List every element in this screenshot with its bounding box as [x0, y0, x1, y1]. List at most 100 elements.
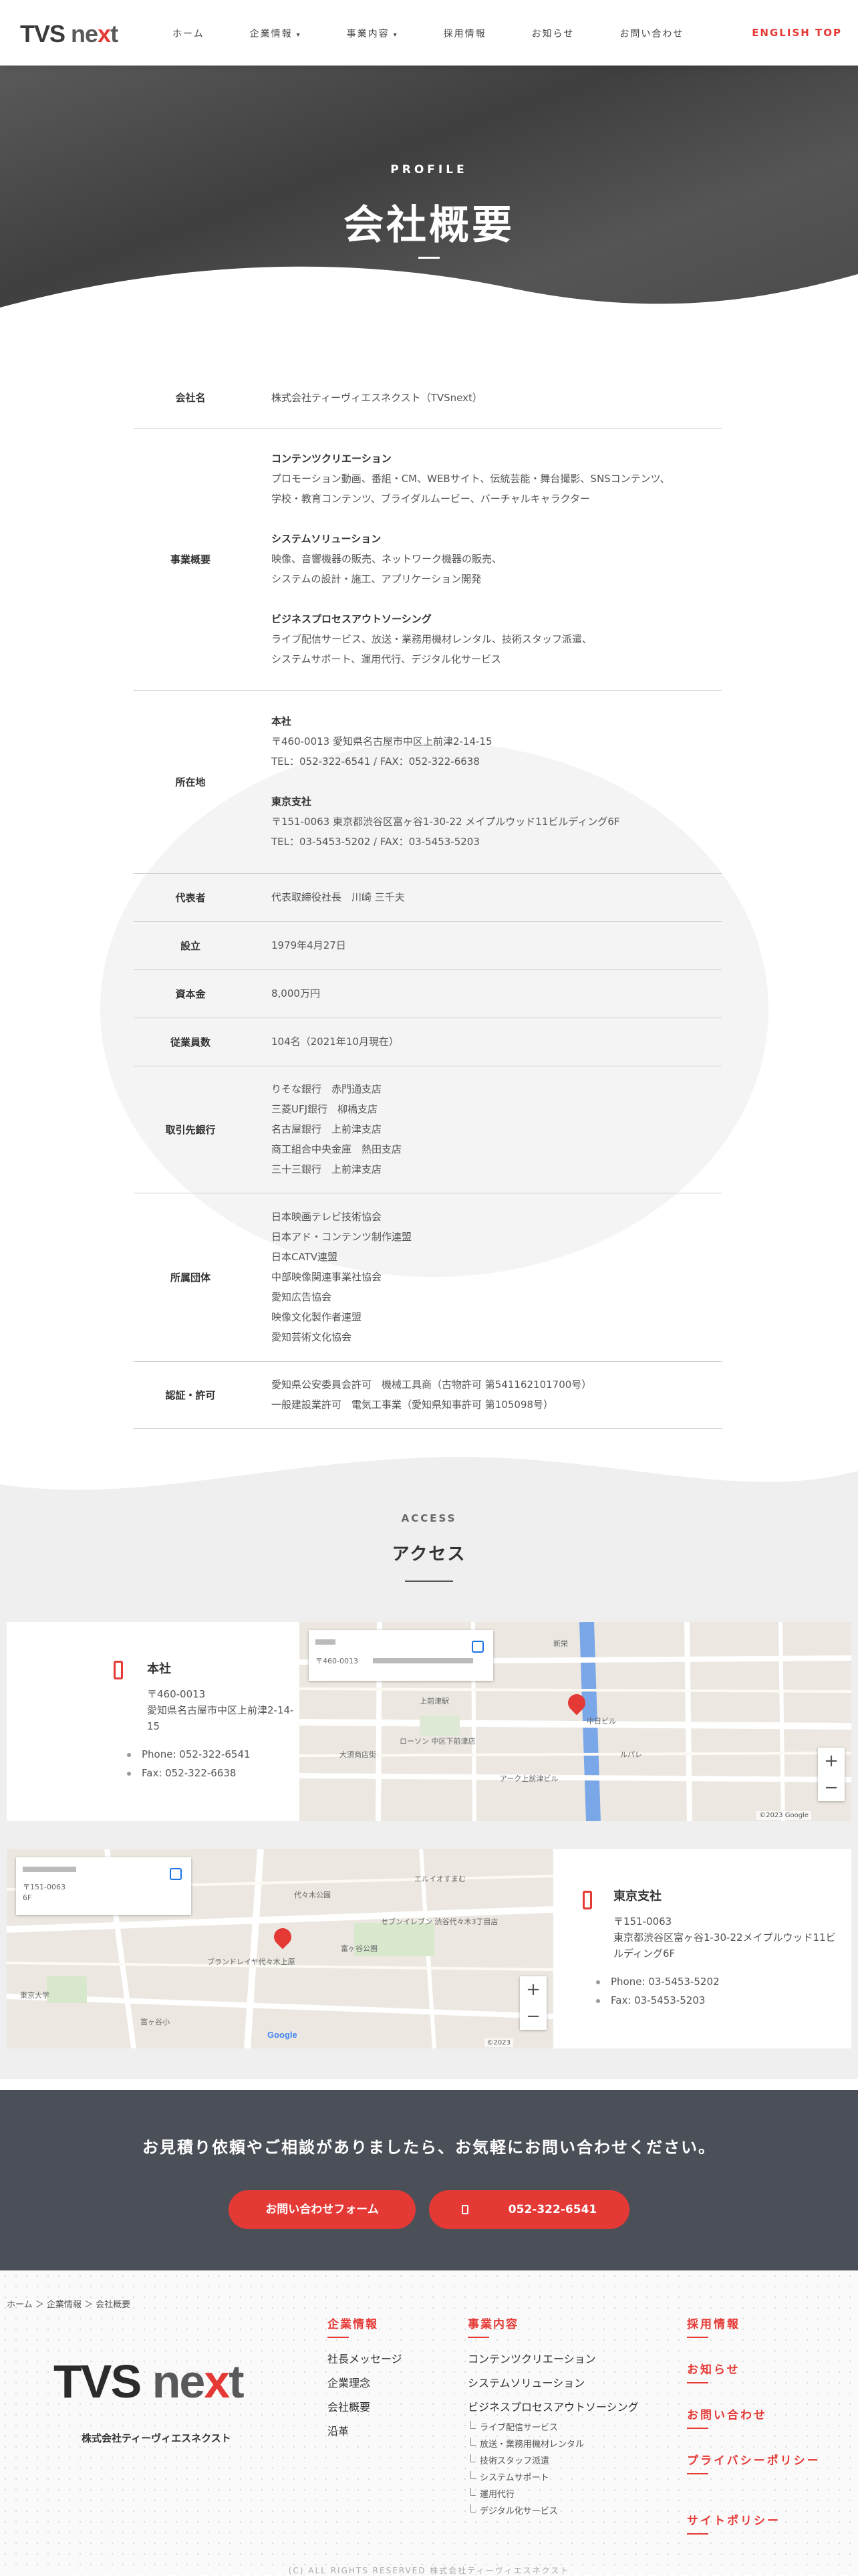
directions-icon[interactable]: [472, 1641, 484, 1653]
row-value: 104名（2021年10月現在）: [271, 1036, 399, 1048]
footer-link[interactable]: ビジネスプロセスアウトソーシング: [468, 2395, 639, 2420]
honsha-map[interactable]: 〒460-0013 新栄 上前津駅 大須商店街 中日ビル ルパレ ローソン 中区…: [299, 1622, 851, 1821]
nav-business[interactable]: 事業内容 ▾: [347, 27, 398, 40]
footer-sublink[interactable]: 運用代行: [468, 2486, 639, 2503]
row-value: 株式会社ティーヴィエスネクスト（TVSnext）: [271, 391, 482, 404]
license-item: 愛知県公安委員会許可 機械工具商（古物許可 第541162101700号）: [271, 1379, 592, 1391]
row-value: りそな銀行 赤門通支店 三菱UFJ銀行 柳橋支店 名古屋銀行 上前津支店 商工組…: [247, 1066, 722, 1193]
row-licenses: 認証・許可 愛知県公安委員会許可 機械工具商（古物許可 第54116210170…: [134, 1361, 722, 1428]
zoom-in-button[interactable]: +: [520, 1976, 547, 2003]
profile-table: 会社名 株式会社ティーヴィエスネクスト（TVSnext） 事業概要 コンテンツク…: [134, 368, 722, 1429]
site-footer: ホーム ＞ 企業情報 ＞ 会社概要 TVS next 株式会社ティーヴィエスネク…: [0, 2270, 858, 2575]
location-pin-icon: [114, 1661, 123, 1679]
footer-col-title[interactable]: 企業情報: [327, 2315, 402, 2331]
location-line: 〒151-0063 東京都渋谷区富ヶ谷1-30-22 メイプルウッド11ビルディ…: [271, 816, 620, 828]
row-value: 代表取締役社長 川崎 三千夫: [271, 891, 405, 903]
footer-link[interactable]: 会社概要: [327, 2395, 402, 2420]
business-line: システムの設計・施工、アプリケーション開発: [271, 573, 482, 585]
zoom-in-button[interactable]: +: [818, 1748, 845, 1774]
zoom-out-button[interactable]: −: [520, 2003, 547, 2030]
row-label: 会社名: [175, 392, 206, 404]
row-label: 取引先銀行: [165, 1123, 216, 1136]
footer-sublink[interactable]: デジタル化サービス: [468, 2503, 639, 2520]
footer-sitepolicy-link[interactable]: サイトポリシー: [687, 2511, 780, 2535]
location-head: 本社: [271, 715, 292, 727]
row-label: 従業員数: [170, 1036, 210, 1048]
footer-col-title[interactable]: 事業内容: [468, 2315, 639, 2331]
footer-link[interactable]: 沿革: [327, 2420, 402, 2444]
bank-item: 三十三銀行 上前津支店: [271, 1163, 382, 1175]
office-fax: Fax: 052-322-6638: [127, 1764, 236, 1782]
footer-privacy-link[interactable]: プライバシーポリシー: [687, 2451, 821, 2474]
association-item: 日本映画テレビ技術協会: [271, 1211, 382, 1223]
footer-company-name: 株式会社ティーヴィエスネクスト: [82, 2432, 231, 2444]
map-copyright: ©2023: [484, 2038, 513, 2047]
google-logo: Google: [267, 2030, 297, 2040]
footer-link[interactable]: コンテンツクリエーション: [468, 2347, 639, 2371]
footer-sublink[interactable]: システムサポート: [468, 2470, 639, 2486]
access-underline: [405, 1580, 453, 1582]
row-label: 所属団体: [170, 1271, 210, 1284]
row-established: 設立 1979年4月27日: [134, 921, 722, 969]
zoom-control[interactable]: + −: [818, 1748, 845, 1801]
footer-recruit-link[interactable]: 採用情報: [687, 2315, 740, 2338]
hero-subtitle: PROFILE: [390, 163, 468, 177]
association-item: 日本CATV連盟: [271, 1251, 337, 1263]
cta-message: お見積り依頼やご相談がありましたら、お気軽にお問い合わせください。: [142, 2138, 716, 2157]
row-value: コンテンツクリエーション プロモーション動画、番組・CM、WEBサイト、伝統芸能…: [247, 428, 722, 690]
nav-news[interactable]: お知らせ: [532, 27, 575, 40]
association-item: 日本アド・コンテンツ制作連盟: [271, 1231, 412, 1243]
footer-sublink[interactable]: ライブ配信サービス: [468, 2420, 639, 2436]
business-head: ビジネスプロセスアウトソーシング: [271, 613, 432, 625]
breadcrumb[interactable]: ホーム ＞ 企業情報 ＞ 会社概要: [7, 2297, 130, 2310]
footer-link[interactable]: 社長メッセージ: [327, 2347, 402, 2371]
footer-logo[interactable]: TVS next: [53, 2355, 245, 2408]
row-company: 会社名 株式会社ティーヴィエスネクスト（TVSnext）: [134, 368, 722, 428]
zoom-out-button[interactable]: −: [818, 1774, 845, 1801]
page-title: 会社概要: [343, 202, 515, 249]
row-label: 所在地: [175, 776, 206, 788]
footer-link[interactable]: 企業理念: [327, 2371, 402, 2395]
bank-item: 三菱UFJ銀行 柳橋支店: [271, 1103, 378, 1115]
nav-contact[interactable]: お問い合わせ: [619, 27, 684, 40]
footer-news-link[interactable]: お知らせ: [687, 2360, 740, 2383]
row-associations: 所属団体 日本映画テレビ技術協会 日本アド・コンテンツ制作連盟 日本CATV連盟…: [134, 1193, 722, 1361]
map-info-box: 〒460-0013: [309, 1630, 493, 1681]
row-employees: 従業員数 104名（2021年10月現在）: [134, 1018, 722, 1066]
row-value: 本社 〒460-0013 愛知県名古屋市中区上前津2-14-15 TEL：052…: [247, 690, 722, 873]
row-label: 認証・許可: [165, 1389, 216, 1401]
english-top-link[interactable]: ENGLISH TOP: [752, 27, 842, 39]
association-item: 愛知芸術文化協会: [271, 1331, 352, 1343]
bank-item: 商工組合中央金庫 熱田支店: [271, 1143, 402, 1155]
office-phone: Phone: 03-5453-5202: [596, 1972, 720, 1991]
row-value: 日本映画テレビ技術協会 日本アド・コンテンツ制作連盟 日本CATV連盟 中部映像…: [247, 1193, 722, 1361]
footer-contact-link[interactable]: お問い合わせ: [687, 2406, 767, 2429]
tokyo-map[interactable]: 〒151-0063 6F エルイオすまむ セブンイレブン 渋谷代々木3丁目店 代…: [7, 1849, 553, 2048]
footer-link[interactable]: システムソリューション: [468, 2371, 639, 2395]
zoom-control[interactable]: + −: [520, 1976, 547, 2030]
nav-home[interactable]: ホーム: [172, 27, 204, 40]
row-location: 所在地 本社 〒460-0013 愛知県名古屋市中区上前津2-14-15 TEL…: [134, 690, 722, 873]
contact-form-button[interactable]: お問い合わせフォーム: [229, 2190, 416, 2229]
footer-sublink[interactable]: 技術スタッフ派遣: [468, 2453, 639, 2470]
business-line: システムサポート、運用代行、デジタル化サービス: [271, 653, 501, 665]
location-line: 〒460-0013 愛知県名古屋市中区上前津2-14-15: [271, 735, 492, 747]
row-value: 愛知県公安委員会許可 機械工具商（古物許可 第541162101700号） 一般…: [247, 1361, 722, 1428]
nav-company[interactable]: 企業情報 ▾: [250, 27, 301, 40]
directions-icon[interactable]: [170, 1868, 182, 1880]
phone-button[interactable]: 052-322-6541: [429, 2190, 629, 2229]
office-address: 〒151-0063 東京都渋谷区富ヶ谷1-30-22メイプルウッド11ビルディン…: [613, 1915, 836, 1960]
nav-recruit[interactable]: 採用情報: [444, 27, 486, 40]
logo[interactable]: TVS next: [20, 20, 118, 48]
tokyo-card: 東京支社 〒151-0063 東京都渋谷区富ヶ谷1-30-22メイプルウッド11…: [553, 1849, 851, 2048]
location-pin-icon: [583, 1891, 592, 1909]
row-value: 8,000万円: [271, 987, 320, 1000]
row-banks: 取引先銀行 りそな銀行 赤門通支店 三菱UFJ銀行 柳橋支店 名古屋銀行 上前津…: [134, 1066, 722, 1193]
association-item: 映像文化製作者連盟: [271, 1311, 362, 1323]
access-title: アクセス: [392, 1544, 466, 1564]
office-name: 本社: [147, 1662, 171, 1676]
footer-sublink[interactable]: 放送・業務用機材レンタル: [468, 2436, 639, 2453]
chevron-down-icon: ▾: [296, 31, 301, 39]
association-item: 中部映像関連事業社協会: [271, 1271, 382, 1283]
copyright: (C) ALL RIGHTS RESERVED 株式会社ティーヴィエスネクスト: [288, 2566, 570, 2575]
